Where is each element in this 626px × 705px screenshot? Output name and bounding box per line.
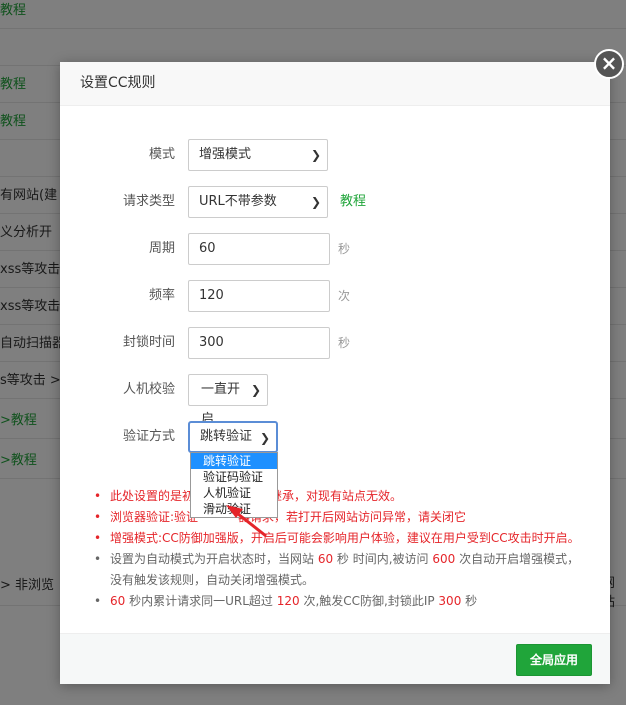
pointer-arrow-icon <box>226 505 267 538</box>
